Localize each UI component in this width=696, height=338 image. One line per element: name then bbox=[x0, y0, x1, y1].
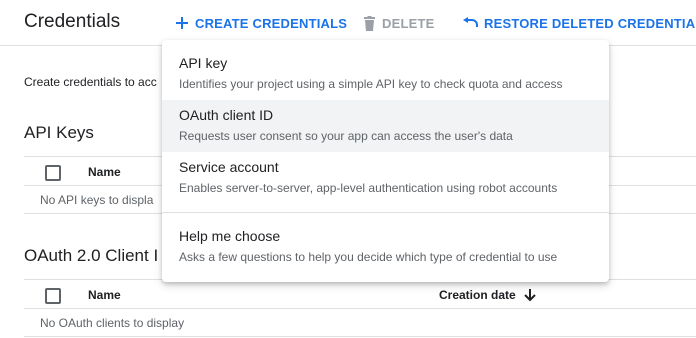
menu-item-description: Identifies your project using a simple A… bbox=[179, 77, 563, 91]
menu-item-description: Requests user consent so your app can ac… bbox=[179, 129, 513, 143]
menu-item-oauth-client-id[interactable]: OAuth client ID Requests user consent so… bbox=[162, 100, 609, 152]
menu-item-title: OAuth client ID bbox=[179, 107, 274, 123]
api-keys-name-column[interactable]: Name bbox=[88, 165, 121, 179]
api-keys-empty-text: No API keys to displa bbox=[40, 193, 154, 207]
create-credentials-button[interactable]: CREATE CREDENTIALS bbox=[175, 14, 347, 32]
api-keys-title: API Keys bbox=[24, 123, 94, 142]
menu-divider bbox=[162, 212, 609, 213]
create-credentials-menu: API key Identifies your project using a … bbox=[162, 40, 609, 282]
menu-item-description: Enables server-to-server, app-level auth… bbox=[179, 181, 558, 195]
menu-item-api-key[interactable]: API key Identifies your project using a … bbox=[162, 48, 609, 100]
restore-deleted-credentials-label: RESTORE DELETED CREDENTIALS bbox=[484, 15, 696, 31]
menu-item-title: Service account bbox=[179, 159, 279, 175]
page-title: Credentials bbox=[24, 11, 121, 32]
menu-item-title: API key bbox=[179, 55, 228, 71]
menu-item-help-me-choose[interactable]: Help me choose Asks a few questions to h… bbox=[162, 221, 609, 273]
restore-deleted-credentials-button[interactable]: RESTORE DELETED CREDENTIALS bbox=[462, 14, 696, 32]
oauth-empty-text: No OAuth clients to display bbox=[40, 316, 185, 330]
menu-item-service-account[interactable]: Service account Enables server-to-server… bbox=[162, 152, 609, 204]
plus-icon bbox=[176, 17, 188, 29]
oauth-empty-row: No OAuth clients to display bbox=[24, 309, 696, 337]
arrow-down-icon bbox=[523, 289, 536, 302]
api-keys-select-all-checkbox[interactable] bbox=[45, 165, 61, 181]
oauth-select-all-checkbox[interactable] bbox=[45, 288, 61, 304]
oauth-creation-date-column[interactable]: Creation date bbox=[439, 288, 536, 302]
trash-icon bbox=[364, 15, 375, 31]
oauth-name-column[interactable]: Name bbox=[88, 288, 121, 302]
intro-text: Create credentials to acc bbox=[24, 75, 157, 89]
menu-item-title: Help me choose bbox=[179, 228, 281, 244]
menu-item-description: Asks a few questions to help you decide … bbox=[179, 250, 558, 264]
create-credentials-label: CREATE CREDENTIALS bbox=[195, 15, 348, 31]
oauth-clients-title: OAuth 2.0 Client I bbox=[24, 246, 159, 265]
undo-icon bbox=[463, 17, 478, 27]
oauth-table-header: Name Creation date bbox=[24, 279, 696, 309]
creation-date-label: Creation date bbox=[439, 288, 516, 302]
delete-label: DELETE bbox=[382, 15, 435, 31]
delete-button[interactable]: DELETE bbox=[363, 14, 434, 32]
